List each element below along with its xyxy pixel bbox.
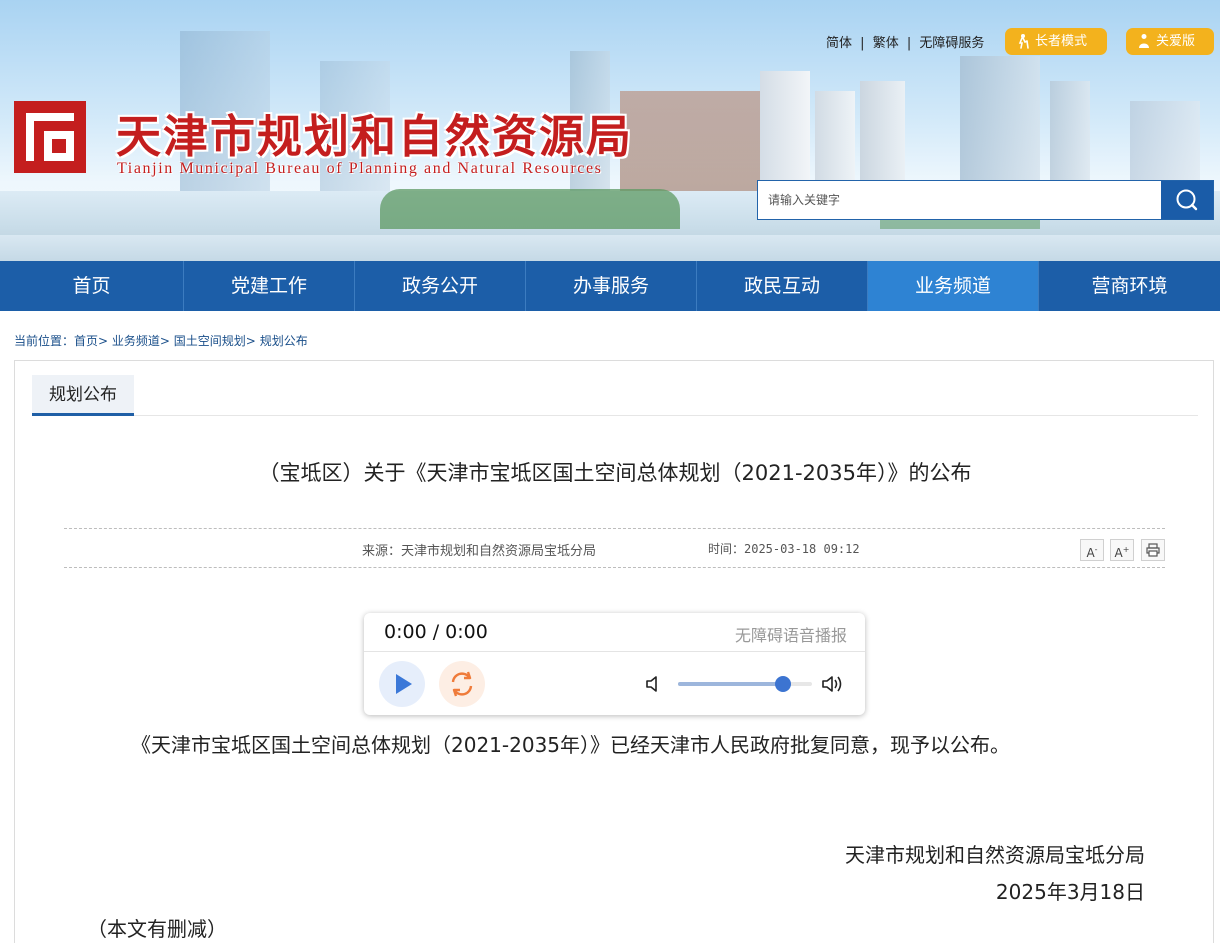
- main-nav: 首页 党建工作 政务公开 办事服务 政民互动 业务频道 营商环境: [0, 261, 1220, 311]
- play-button[interactable]: [379, 661, 425, 707]
- player-time: 0:00 / 0:00: [384, 621, 488, 643]
- site-title-en: Tianjin Municipal Bureau of Planning and…: [117, 160, 603, 177]
- volume-up-icon[interactable]: [821, 673, 847, 695]
- font-increase-button[interactable]: A+: [1110, 539, 1134, 561]
- play-icon: [396, 674, 412, 694]
- print-button[interactable]: [1141, 539, 1165, 561]
- nav-business-channel[interactable]: 业务频道: [868, 261, 1039, 311]
- nav-government-affairs[interactable]: 政务公开: [355, 261, 526, 311]
- traditional-link[interactable]: 繁体: [873, 36, 899, 51]
- article-title: （宝坻区）关于《天津市宝坻区国土空间总体规划（2021-2035年）》的公布: [258, 461, 972, 485]
- breadcrumb-spatial-planning[interactable]: 国土空间规划>: [174, 334, 256, 348]
- site-title: 天津市规划和自然资源局: [116, 110, 634, 163]
- article-date: 2025年3月18日: [995, 880, 1145, 904]
- volume-slider-knob[interactable]: [774, 676, 791, 692]
- search-box: [757, 180, 1214, 220]
- article-signature: 天津市规划和自然资源局宝坻分局: [845, 843, 1145, 867]
- loop-icon: [451, 671, 473, 697]
- care-mode-button[interactable]: 关爱版: [1126, 28, 1214, 55]
- nav-party-building[interactable]: 党建工作: [184, 261, 355, 311]
- font-decrease-button[interactable]: A-: [1080, 539, 1104, 561]
- volume-slider[interactable]: [678, 676, 812, 692]
- breadcrumb-current[interactable]: 规划公布: [260, 334, 308, 348]
- top-links: 简体 | 繁体 | 无障碍服务: [826, 36, 985, 51]
- article-body: 《天津市宝坻区国土空间总体规划（2021-2035年）》已经天津市人民政府批复同…: [131, 733, 1011, 757]
- nav-home[interactable]: 首页: [0, 261, 184, 311]
- tab-planning-announcement[interactable]: 规划公布: [32, 375, 134, 416]
- care-icon: [1139, 34, 1149, 48]
- bureau-logo-icon: [14, 101, 86, 173]
- elder-icon: [1018, 34, 1029, 49]
- article-time: 时间：2025-03-18 09:12: [708, 542, 860, 556]
- player-label: 无障碍语音播报: [734, 626, 847, 645]
- search-icon: [1176, 189, 1198, 211]
- breadcrumb-business-channel[interactable]: 业务频道>: [112, 334, 170, 348]
- print-icon: [1146, 543, 1160, 557]
- breadcrumb-label: 当前位置：: [14, 334, 75, 348]
- audio-player: 0:00 / 0:00 无障碍语音播报: [364, 613, 865, 715]
- search-button[interactable]: [1161, 181, 1213, 219]
- elder-mode-button[interactable]: 长者模式: [1005, 28, 1107, 55]
- accessibility-link[interactable]: 无障碍服务: [919, 36, 984, 51]
- loop-button[interactable]: [439, 661, 485, 707]
- article-meta: 来源：天津市规划和自然资源局宝坻分局 时间：2025-03-18 09:12 A…: [64, 528, 1165, 568]
- search-input[interactable]: [758, 181, 1162, 219]
- volume-mute-icon[interactable]: [645, 674, 663, 694]
- article-note: （本文有删减）: [87, 917, 227, 941]
- nav-services[interactable]: 办事服务: [526, 261, 697, 311]
- content-card: 规划公布 （宝坻区）关于《天津市宝坻区国土空间总体规划（2021-2035年）》…: [14, 360, 1214, 943]
- breadcrumb: 当前位置：首页> 业务频道> 国土空间规划> 规划公布: [14, 332, 308, 349]
- nav-business-environment[interactable]: 营商环境: [1039, 261, 1220, 311]
- breadcrumb-home[interactable]: 首页>: [74, 334, 108, 348]
- article-source: 来源：天津市规划和自然资源局宝坻分局: [362, 544, 597, 559]
- header-banner: 天津市规划和自然资源局 Tianjin Municipal Bureau of …: [0, 0, 1220, 261]
- nav-interaction[interactable]: 政民互动: [697, 261, 868, 311]
- simplified-link[interactable]: 简体: [826, 36, 852, 51]
